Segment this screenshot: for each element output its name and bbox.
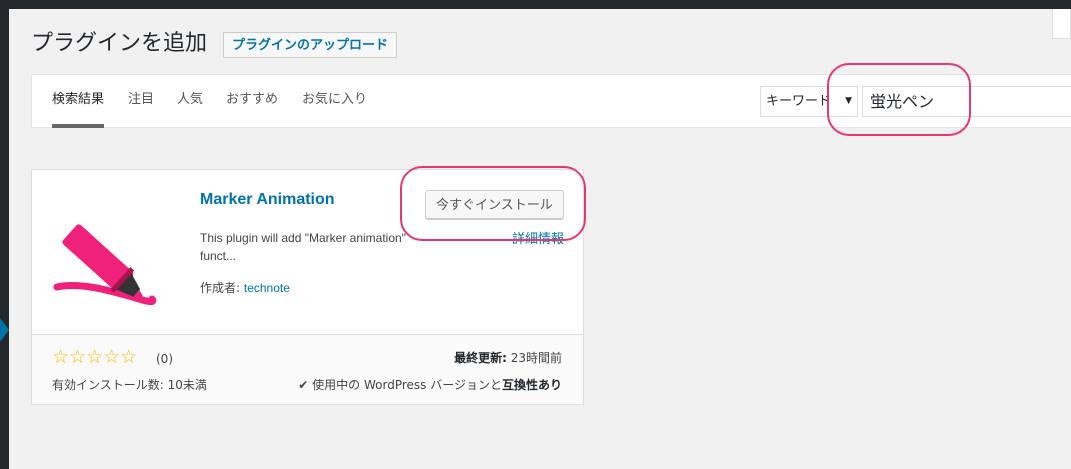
plugin-card: Marker Animation 今すぐインストール 詳細情報 This plu…: [31, 169, 584, 405]
compat-prefix: 使用中の WordPress バージョンと: [312, 378, 502, 392]
last-updated: 最終更新: 23時間前: [454, 349, 562, 366]
screen-options-tab[interactable]: [1052, 9, 1071, 39]
compat-status: 互換性あり: [501, 378, 562, 392]
plugin-author: 作成者: technote: [200, 279, 290, 296]
rating-count: (0): [156, 352, 173, 366]
tab-recommended[interactable]: おすすめ: [226, 75, 278, 128]
active-installs: 有効インストール数: 10未満: [52, 378, 207, 392]
tab-featured[interactable]: 注目: [128, 75, 154, 128]
search-type-select[interactable]: キーワード ▼: [760, 86, 858, 117]
author-link[interactable]: technote: [244, 281, 290, 295]
admin-top-bar: [0, 0, 1071, 9]
author-prefix: 作成者:: [200, 281, 244, 295]
checkmark-icon: ✔: [298, 378, 309, 392]
page-title: プラグインを追加: [31, 31, 208, 56]
last-updated-value: 23時間前: [510, 351, 562, 365]
plugin-card-bottom: ☆☆☆☆☆ (0) 有効インストール数: 10未満 最終更新: 23時間前 ✔ …: [32, 334, 583, 404]
upload-plugin-button[interactable]: プラグインのアップロード: [223, 32, 398, 58]
more-details-link[interactable]: 詳細情報: [512, 228, 564, 247]
tab-popular[interactable]: 人気: [177, 75, 203, 128]
search-type-value: キーワード: [766, 94, 832, 109]
plugin-card-top: Marker Animation 今すぐインストール 詳細情報 This plu…: [32, 170, 583, 334]
dropdown-arrow-icon: ▼: [845, 96, 852, 106]
last-updated-label: 最終更新:: [454, 351, 507, 365]
install-now-button[interactable]: 今すぐインストール: [425, 190, 564, 219]
admin-side-menu: [0, 9, 9, 469]
plugin-name-link[interactable]: Marker Animation: [200, 191, 335, 209]
tab-search-results[interactable]: 検索結果: [52, 75, 105, 128]
compatibility: ✔ 使用中の WordPress バージョンと互換性あり: [298, 376, 562, 393]
star-rating-icon: ☆☆☆☆☆: [52, 346, 138, 368]
highlighter-marker-icon[interactable]: [49, 186, 179, 316]
plugin-description: This plugin will add "Marker animation" …: [200, 231, 406, 263]
menu-current-arrow-icon: [0, 318, 9, 342]
tab-favorites[interactable]: お気に入り: [302, 75, 367, 128]
search-input[interactable]: 蛍光ペン: [862, 86, 1071, 117]
